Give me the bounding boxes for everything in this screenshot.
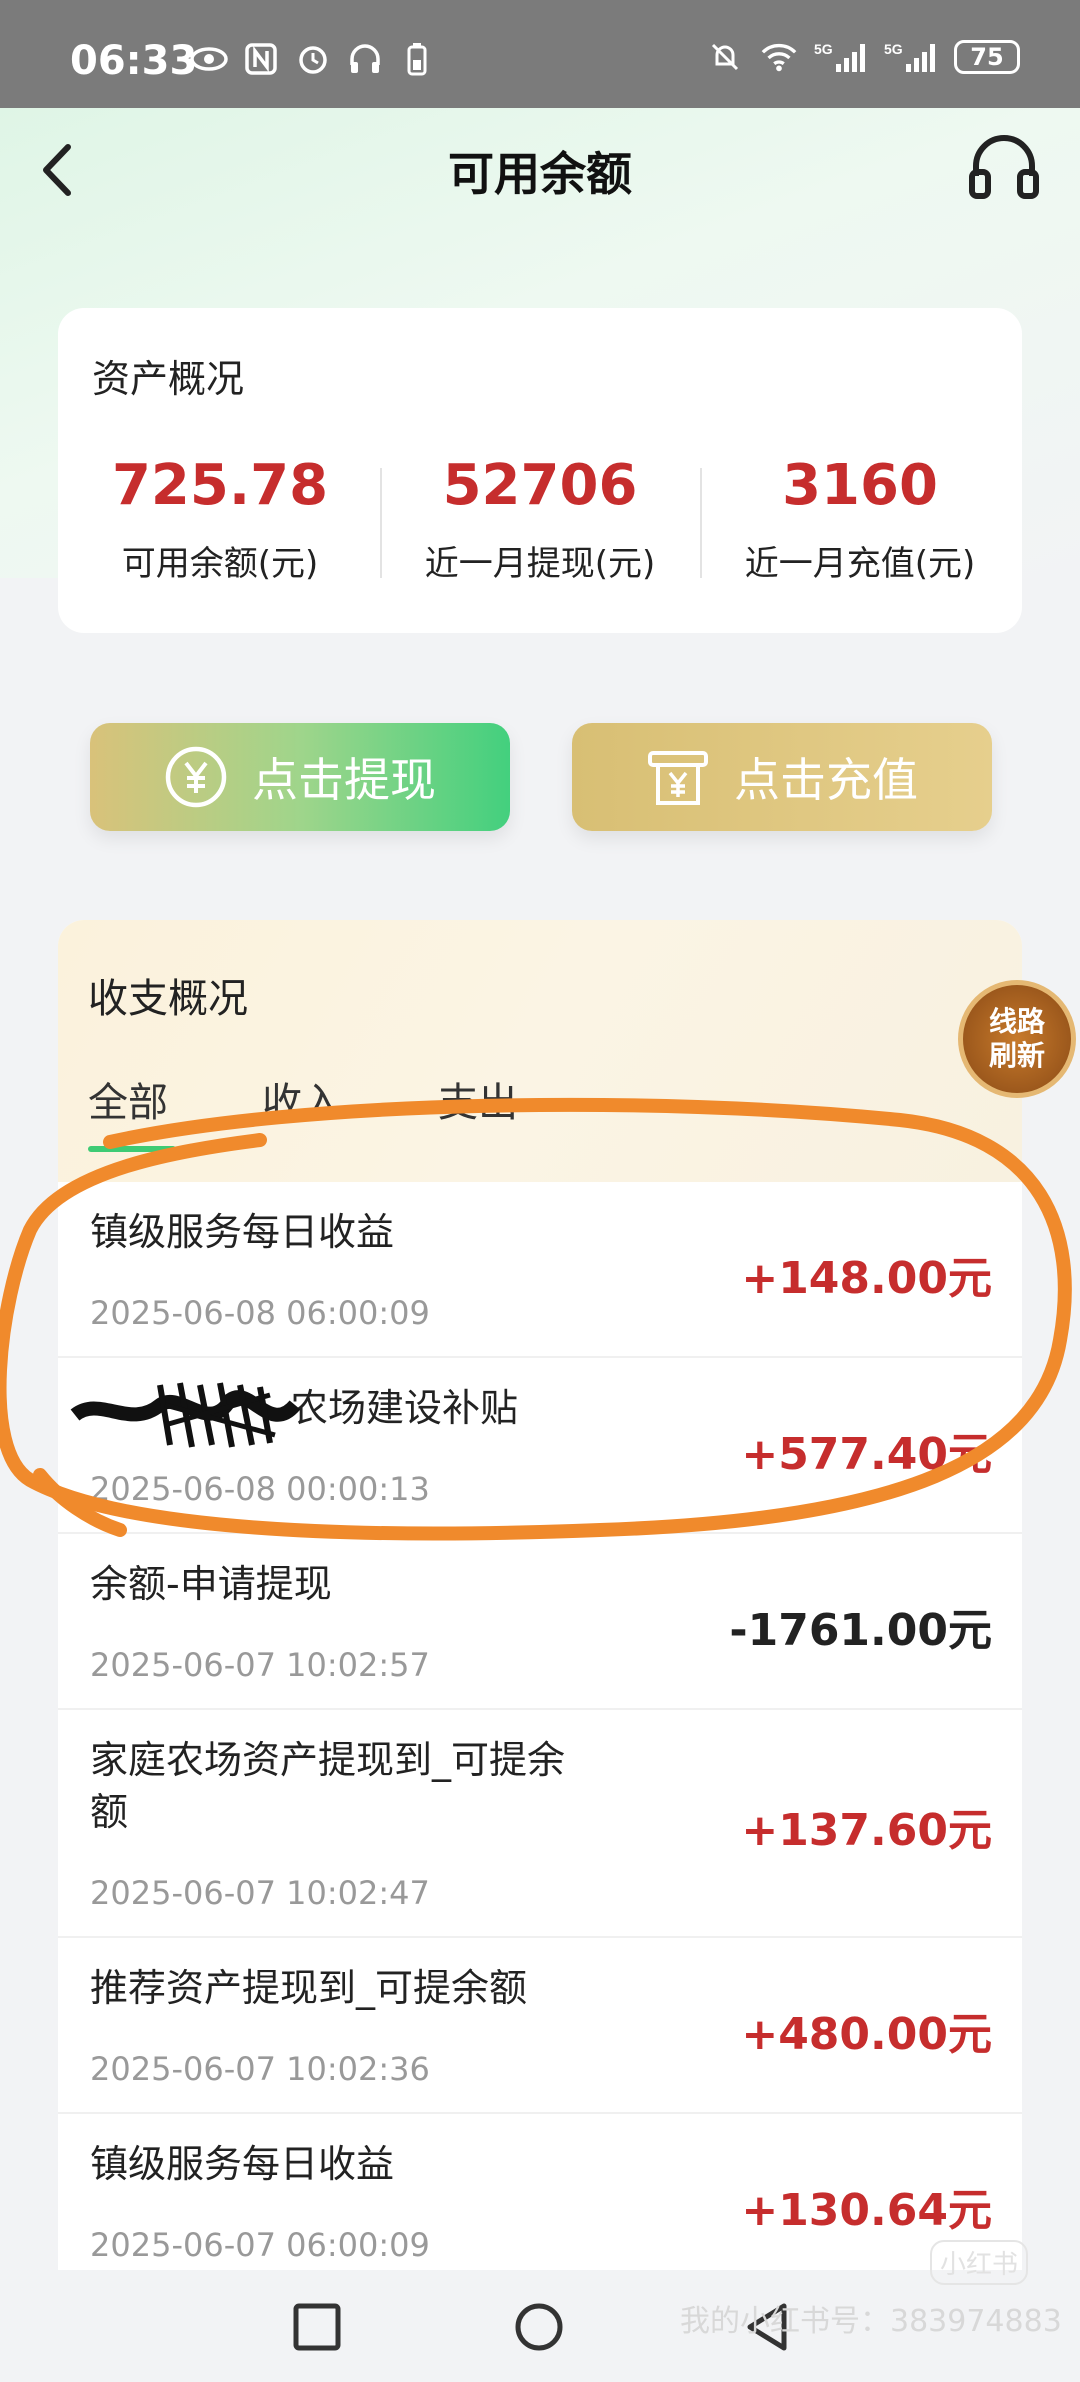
- battery-indicator: 75: [954, 40, 1020, 74]
- status-bar: 06:33 5G 5G 75: [0, 0, 1080, 108]
- receipt-yuan-icon: [648, 751, 708, 805]
- headphones-icon: [346, 40, 384, 78]
- withdraw-label: 点击提现: [252, 753, 436, 807]
- transaction-row[interactable]: 推荐资产提现到_可提余额 2025-06-07 10:02:36 +480.00…: [58, 1938, 1022, 2114]
- stat-label: 可用余额(元): [121, 544, 319, 584]
- customer-service-button[interactable]: [964, 128, 1044, 208]
- transaction-time: 2025-06-07 06:00:09: [90, 2226, 430, 2264]
- transaction-time: 2025-06-08 00:00:13: [90, 1470, 430, 1508]
- 5g-signal-icon: 5G: [814, 38, 868, 76]
- recharge-label: 点击充值: [734, 753, 918, 807]
- transaction-row[interactable]: 镇级服务每日收益 2025-06-08 06:00:09 +148.00元: [58, 1182, 1022, 1358]
- stat-monthly-withdrawal: 52706 近一月提现(元): [380, 453, 700, 585]
- asset-overview-title: 资产概况: [92, 357, 245, 401]
- transaction-time: 2025-06-07 10:02:57: [90, 1646, 430, 1684]
- transaction-name: 家庭农场资产提现到_可提余额: [90, 1738, 566, 1834]
- mute-icon: [706, 38, 744, 76]
- stat-label: 近一月提现(元): [424, 544, 656, 584]
- status-icons-left: [190, 40, 436, 78]
- line-refresh-button[interactable]: 线路 刷新: [958, 980, 1076, 1098]
- transaction-name: 推荐资产提现到_可提余额: [90, 1966, 528, 2010]
- stat-value: 52706: [442, 453, 638, 518]
- status-time: 06:33: [70, 38, 198, 84]
- stat-value: 3160: [782, 453, 938, 518]
- redaction-scribble: [70, 1382, 300, 1448]
- refresh-line2: 刷新: [988, 1039, 1045, 1072]
- stat-value: 725.78: [111, 453, 329, 518]
- refresh-line1: 线路: [988, 1005, 1045, 1038]
- tab-all[interactable]: 全部: [88, 1070, 168, 1128]
- stat-label: 近一月充值(元): [744, 544, 976, 584]
- alarm-icon: [294, 40, 332, 78]
- transaction-time: 2025-06-08 06:00:09: [90, 1294, 430, 1332]
- transaction-row[interactable]: 余额-申请提现 2025-06-07 10:02:57 -1761.00元: [58, 1534, 1022, 1710]
- transaction-name: 余额-申请提现: [90, 1562, 332, 1606]
- transaction-amount: +137.60元: [741, 1805, 992, 1856]
- headset-icon: [969, 135, 1039, 199]
- transaction-time: 2025-06-07 10:02:47: [90, 1874, 430, 1912]
- transactions-title: 收支概况: [88, 976, 248, 1022]
- svg-text:5G: 5G: [814, 41, 833, 57]
- asset-overview-card: 资产概况 725.78 可用余额(元) 52706 近一月提现(元) 3160 …: [58, 308, 1022, 633]
- yuan-coin-icon: [165, 746, 227, 808]
- recents-square-icon[interactable]: [290, 2300, 344, 2354]
- stat-available-balance: 725.78 可用余额(元): [60, 453, 380, 585]
- transaction-amount: -1761.00元: [729, 1605, 992, 1656]
- transaction-amount: +577.40元: [741, 1429, 992, 1480]
- transaction-row[interactable]: 镇级服务每日收益 2025-06-07 06:00:09 +130.64元: [58, 2114, 1022, 2270]
- transaction-amount: +130.64元: [741, 2185, 992, 2236]
- home-circle-icon[interactable]: [512, 2300, 566, 2354]
- wifi-icon: [760, 38, 798, 76]
- nfc-icon: [242, 40, 280, 78]
- battery-saver-icon: [398, 40, 436, 78]
- transaction-row[interactable]: 家庭农场资产提现到_可提余额 2025-06-07 10:02:47 +137.…: [58, 1710, 1022, 1938]
- 5g-signal-icon: 5G: [884, 38, 938, 76]
- tab-active-indicator: [88, 1146, 176, 1152]
- status-icons-right: 5G 5G 75: [706, 38, 1020, 76]
- transaction-amount: +480.00元: [741, 2009, 992, 2060]
- transaction-name: 镇级服务每日收益: [90, 1210, 395, 1254]
- svg-text:5G: 5G: [884, 41, 903, 57]
- transaction-name: 农场建设补贴: [290, 1386, 519, 1430]
- transaction-time: 2025-06-07 10:02:36: [90, 2050, 430, 2088]
- transaction-name: 镇级服务每日收益: [90, 2142, 395, 2186]
- transaction-amount: +148.00元: [741, 1253, 992, 1304]
- tab-expense[interactable]: 支出: [438, 1070, 518, 1128]
- recharge-button[interactable]: 点击充值: [572, 723, 992, 831]
- page-title: 可用余额: [448, 147, 632, 201]
- withdraw-button[interactable]: 点击提现: [90, 723, 510, 831]
- eye-icon: [190, 40, 228, 78]
- stat-monthly-recharge: 3160 近一月充值(元): [700, 453, 1020, 585]
- tab-income[interactable]: 收入: [262, 1070, 342, 1128]
- watermark-logo: 小红书: [930, 2240, 1029, 2285]
- watermark-text: 我的小红书号：383974883: [680, 2304, 1062, 2339]
- transactions-header: 收支概况 全部 收入 支出: [58, 920, 1022, 1182]
- transactions-panel: 收支概况 全部 收入 支出 镇级服务每日收益 2025-06-08 06:00:…: [58, 920, 1022, 2270]
